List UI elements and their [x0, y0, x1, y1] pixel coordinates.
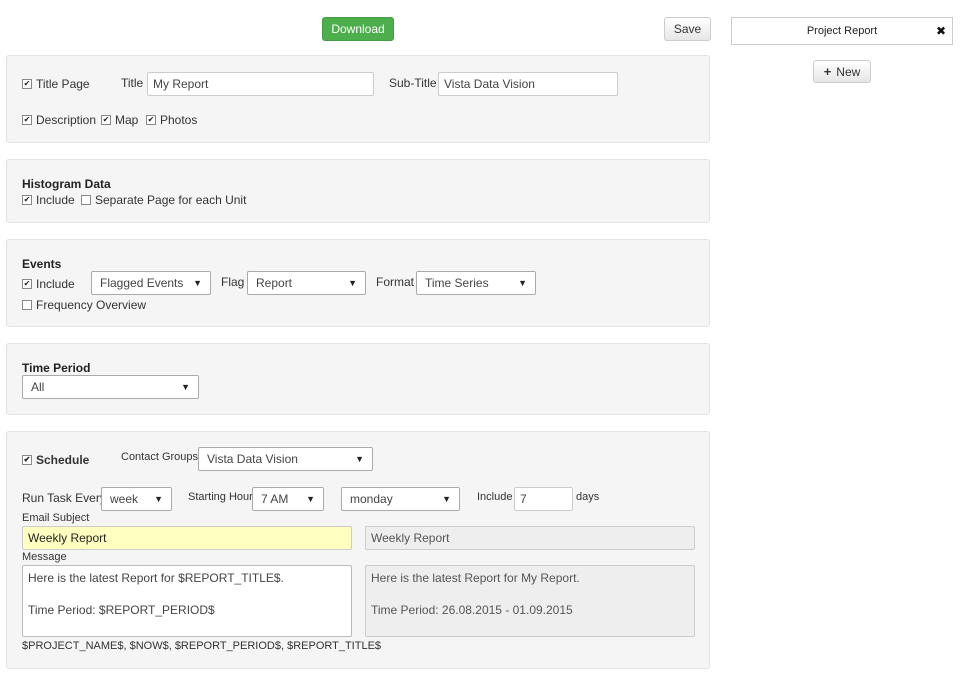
title-page-panel: ✔ Title Page Title My Report Sub-Title Vi… [6, 55, 710, 143]
title-page-checkbox[interactable]: ✔ Title Page [22, 77, 90, 91]
day-select[interactable]: monday ▼ [341, 487, 460, 511]
title-input[interactable]: My Report [147, 72, 374, 96]
chevron-down-icon: ▼ [442, 494, 451, 504]
flag-select[interactable]: Report ▼ [247, 271, 366, 295]
starting-hour-label: Starting Hour [188, 491, 253, 503]
histogram-panel: Histogram Data ✔ Include Separate Page fo… [6, 159, 710, 223]
check-icon: ✔ [22, 195, 32, 205]
time-period-panel: Time Period All ▼ [6, 343, 710, 415]
title-label: Title [121, 76, 144, 90]
chevron-down-icon: ▼ [518, 278, 527, 288]
flag-label: Flag [221, 275, 245, 289]
run-task-select[interactable]: week ▼ [101, 487, 172, 511]
chevron-down-icon: ▼ [306, 494, 315, 504]
chevron-down-icon: ▼ [154, 494, 163, 504]
photos-checkbox[interactable]: ✔ Photos [146, 113, 197, 127]
events-include-checkbox[interactable]: ✔ Include [22, 277, 75, 291]
description-checkbox[interactable]: ✔ Description [22, 113, 96, 127]
chevron-down-icon: ▼ [348, 278, 357, 288]
save-button[interactable]: Save [664, 17, 711, 41]
new-button-label: New [836, 64, 861, 79]
check-icon: ✔ [22, 455, 32, 465]
schedule-checkbox[interactable]: ✔ Schedule [22, 453, 89, 467]
starting-hour-select[interactable]: 7 AM ▼ [252, 487, 324, 511]
subtitle-label: Sub-Title [389, 76, 437, 90]
chevron-down-icon: ▼ [355, 454, 364, 464]
time-period-heading: Time Period [22, 361, 91, 375]
time-period-select[interactable]: All ▼ [22, 375, 199, 399]
email-subject-preview: Weekly Report [365, 526, 695, 550]
message-preview: Here is the latest Report for My Report.… [365, 565, 695, 637]
include-days-input[interactable]: 7 [514, 487, 573, 511]
variables-hint: $PROJECT_NAME$, $NOW$, $REPORT_PERIOD$, … [22, 640, 382, 652]
subtitle-input[interactable]: Vista Data Vision [438, 72, 618, 96]
event-type-select[interactable]: Flagged Events ▼ [91, 271, 211, 295]
contact-groups-label: Contact Groups [121, 451, 199, 463]
run-task-label: Run Task Every [22, 491, 106, 505]
email-subject-input[interactable]: Weekly Report [22, 526, 352, 550]
check-icon: ✔ [22, 115, 32, 125]
chevron-down-icon: ▼ [193, 278, 202, 288]
format-select[interactable]: Time Series ▼ [416, 271, 536, 295]
histogram-heading: Histogram Data [22, 177, 111, 191]
days-label: days [576, 491, 600, 503]
email-subject-label: Email Subject [22, 512, 90, 524]
chevron-down-icon: ▼ [181, 382, 190, 392]
check-icon: ✔ [22, 79, 32, 89]
download-button[interactable]: Download [322, 17, 394, 41]
project-report-item[interactable]: Project Report ✖ [731, 17, 953, 45]
frequency-overview-checkbox[interactable]: Frequency Overview [22, 298, 146, 312]
check-icon: ✔ [101, 115, 111, 125]
check-icon: ✔ [22, 279, 32, 289]
close-icon[interactable]: ✖ [936, 24, 946, 38]
message-textarea[interactable]: Here is the latest Report for $REPORT_TI… [22, 565, 352, 637]
include-days-label: Include [477, 491, 513, 503]
events-panel: Events ✔ Include Flagged Events ▼ Flag Rep… [6, 239, 710, 327]
schedule-panel: ✔ Schedule Contact Groups Vista Data Visi… [6, 431, 710, 669]
events-heading: Events [22, 257, 62, 271]
separate-page-checkbox[interactable]: Separate Page for each Unit [81, 193, 246, 207]
new-button[interactable]: + New [813, 60, 871, 83]
plus-icon: + [823, 64, 832, 79]
contact-groups-select[interactable]: Vista Data Vision ▼ [198, 447, 373, 471]
format-label: Format [376, 275, 415, 289]
histogram-include-checkbox[interactable]: ✔ Include [22, 193, 75, 207]
message-label: Message [22, 551, 67, 563]
check-icon: ✔ [146, 115, 156, 125]
project-report-label: Project Report [806, 25, 878, 37]
map-checkbox[interactable]: ✔ Map [101, 113, 138, 127]
